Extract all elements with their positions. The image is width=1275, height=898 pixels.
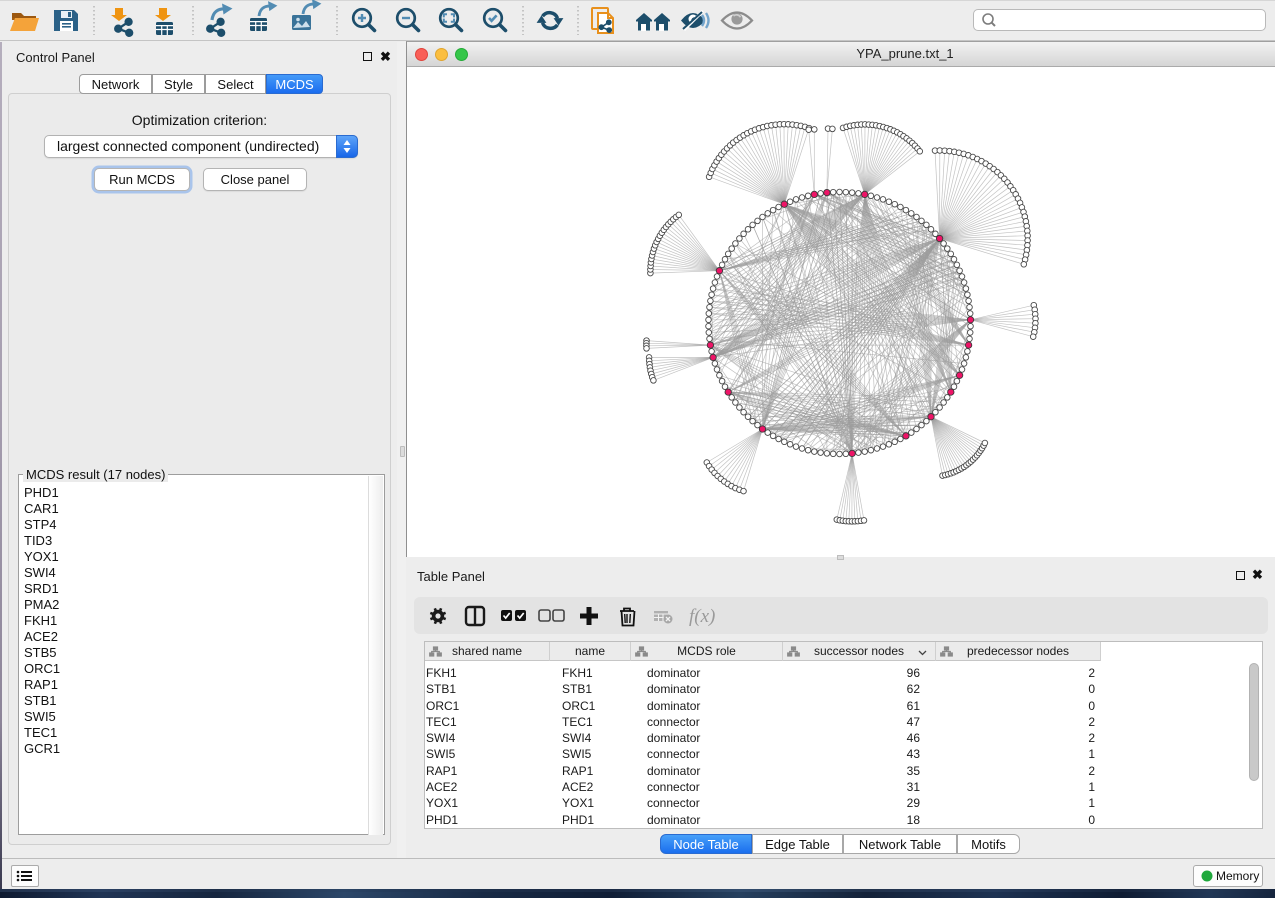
svg-text:Memory: Memory xyxy=(1216,869,1259,883)
svg-text:f(x): f(x) xyxy=(689,606,715,627)
